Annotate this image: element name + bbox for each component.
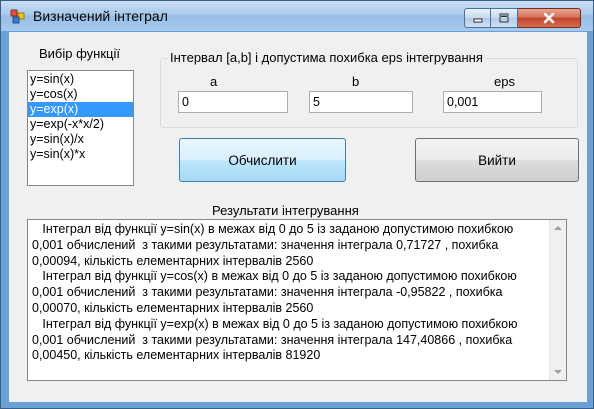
interval-group-legend: Інтервал [a,b] і допустима похибка eps і… (168, 50, 485, 65)
calculate-button[interactable]: Обчислити (179, 138, 346, 182)
list-item[interactable]: y=exp(-x*x/2) (28, 117, 133, 132)
window-title: Визначений інтеграл (33, 8, 168, 24)
close-button[interactable] (518, 8, 581, 28)
maximize-icon (499, 13, 509, 23)
results-textbox[interactable]: Інтеграл від функції y=sin(x) в межах ві… (27, 219, 567, 381)
client-area: Вибір функції y=sin(x) y=cos(x) y=exp(x)… (9, 32, 587, 402)
eps-input[interactable]: 0,001 (443, 91, 542, 113)
list-item-selected[interactable]: y=exp(x) (28, 102, 133, 117)
function-selector-label: Вибір функції (39, 46, 120, 61)
main-window: Визначений інтеграл Вибір функції y=sin(… (0, 0, 594, 409)
list-item[interactable]: y=sin(x) (28, 72, 133, 87)
title-bar[interactable]: Визначений інтеграл (1, 1, 593, 31)
exit-button[interactable]: Вийти (415, 138, 579, 182)
list-item[interactable]: y=sin(x)/x (28, 132, 133, 147)
minimize-icon (473, 18, 482, 23)
list-item[interactable]: y=cos(x) (28, 87, 133, 102)
function-listbox[interactable]: y=sin(x) y=cos(x) y=exp(x) y=exp(-x*x/2)… (27, 70, 134, 186)
results-scrollbar[interactable] (549, 220, 566, 380)
app-icon (10, 9, 25, 24)
list-item[interactable]: y=sin(x)*x (28, 147, 133, 162)
minimize-button[interactable] (464, 8, 491, 28)
maximize-button[interactable] (491, 8, 518, 28)
scroll-up-icon[interactable] (554, 226, 562, 230)
b-label: b (352, 74, 360, 89)
results-label: Результати інтегрування (212, 203, 359, 218)
a-label: a (210, 74, 218, 89)
eps-label: eps (494, 74, 515, 89)
results-text: Інтеграл від функції y=sin(x) в межах ві… (32, 222, 518, 363)
close-icon (543, 12, 555, 24)
scroll-down-icon[interactable] (554, 370, 562, 374)
b-input[interactable]: 5 (309, 91, 413, 113)
a-input[interactable]: 0 (178, 91, 288, 113)
